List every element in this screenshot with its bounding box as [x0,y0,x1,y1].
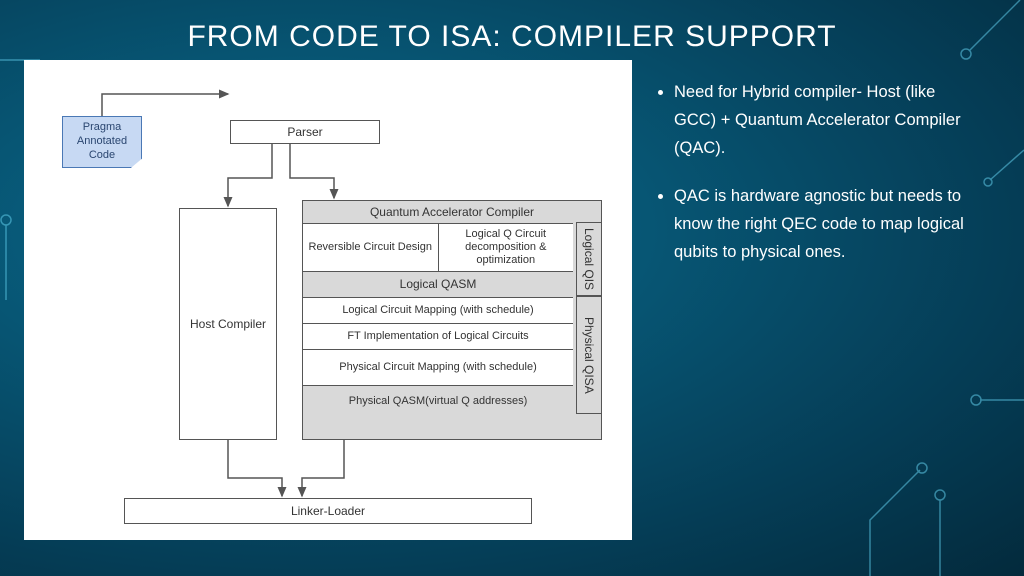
diagram-panel: Pragma Annotated Code Parser Host Compil… [24,60,632,540]
pmap-label: Physical Circuit Mapping (with schedule) [339,361,536,374]
logical-qasm-box: Logical QASM [303,271,573,297]
linker-box: Linker-Loader [124,498,532,524]
pragma-note-label: Pragma Annotated Code [63,121,141,162]
reversible-label: Reversible Circuit Design [309,241,433,254]
host-compiler-label: Host Compiler [190,317,266,331]
decomp-label: Logical Q Circuit decomposition & optimi… [439,228,574,268]
physical-qisa-label: Physical QISA [576,296,602,414]
parser-box: Parser [230,120,380,144]
ft-box: FT Implementation of Logical Circuits [303,323,573,349]
logical-mapping-box: Logical Circuit Mapping (with schedule) [303,297,573,323]
physical-qasm-box: Physical QASM(virtual Q addresses) [303,385,573,417]
lqisa-text: Logical QIS [582,228,596,290]
logical-qisa-label: Logical QIS [576,222,602,296]
decomp-box: Logical Q Circuit decomposition & optimi… [439,223,574,271]
lqasm-label: Logical QASM [400,277,477,291]
ft-label: FT Implementation of Logical Circuits [347,330,528,343]
qac-container: Quantum Accelerator Compiler Reversible … [302,200,602,440]
parser-label: Parser [287,125,322,139]
qac-title: Quantum Accelerator Compiler [303,201,601,223]
physical-mapping-box: Physical Circuit Mapping (with schedule) [303,349,573,385]
reversible-circuit-box: Reversible Circuit Design [303,223,439,271]
pqisa-text: Physical QISA [582,317,596,394]
pqasm-label: Physical QASM(virtual Q addresses) [349,395,528,408]
pragma-note: Pragma Annotated Code [62,116,142,168]
host-compiler-box: Host Compiler [179,208,277,440]
linker-label: Linker-Loader [291,504,365,518]
lmap-label: Logical Circuit Mapping (with schedule) [342,304,533,317]
